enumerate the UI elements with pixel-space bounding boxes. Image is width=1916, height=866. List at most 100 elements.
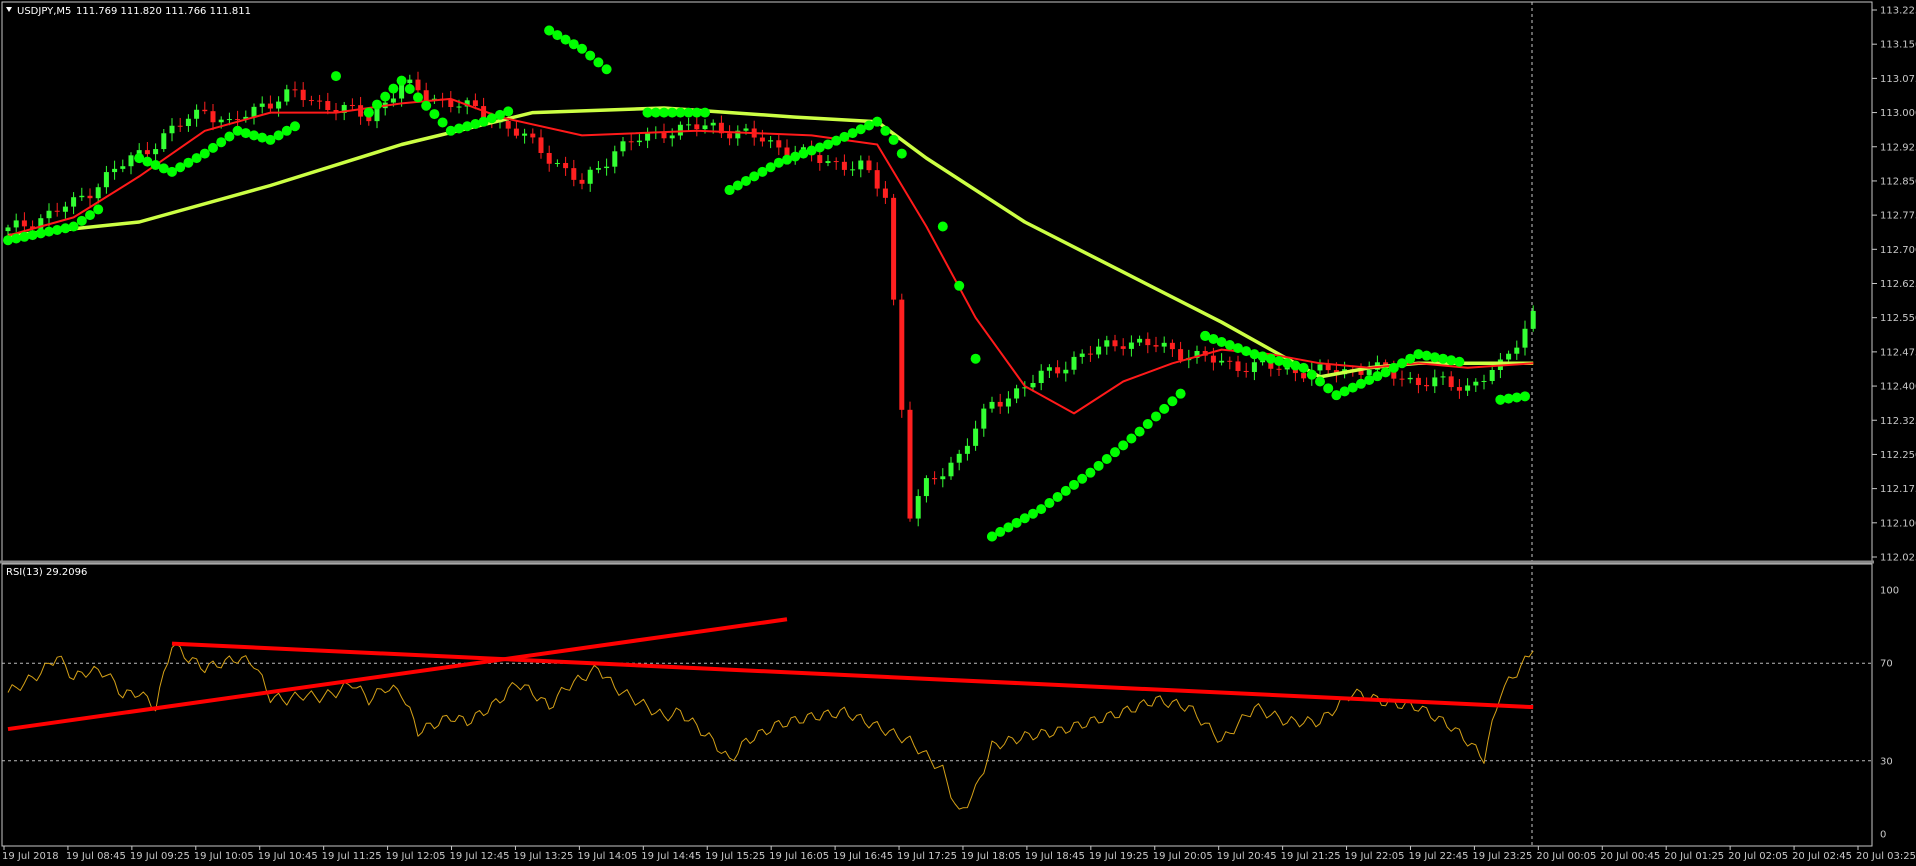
time-tick-label: 19 Jul 17:25 (897, 851, 957, 862)
candle-bull (587, 169, 593, 184)
time-tick-label: 19 Jul 16:05 (769, 851, 829, 862)
candle-bull (62, 206, 68, 212)
candle-bull (636, 140, 642, 143)
candle-bull (677, 124, 683, 136)
sar-dot (1060, 485, 1071, 496)
candle-bull (1137, 338, 1143, 343)
candle-bull (185, 118, 191, 127)
candle-bear (292, 89, 298, 91)
candle-bull (1366, 369, 1372, 375)
sar-dot (1298, 362, 1309, 373)
sar-dot (35, 228, 46, 239)
candle-bull (71, 197, 77, 207)
sar-dot (331, 71, 341, 82)
candle-bull (226, 119, 232, 121)
candle-bull (1514, 347, 1520, 354)
sar-dot (937, 221, 948, 232)
candle-bear (866, 160, 872, 171)
candle-bull (1251, 362, 1257, 373)
sar-dot (60, 223, 71, 234)
candle-bull (1489, 370, 1495, 381)
sar-dot (1101, 453, 1112, 464)
sar-dot (970, 353, 981, 364)
sar-dot (872, 116, 883, 127)
candle-bull (669, 135, 675, 139)
candle-bear (505, 121, 511, 129)
candle-bear (54, 210, 60, 212)
candle-bear (202, 109, 208, 112)
candle-bull (768, 140, 774, 142)
candle-bull (1219, 360, 1225, 363)
sar-dot (954, 280, 965, 291)
sar-dot (1052, 491, 1063, 502)
sar-dot (413, 92, 423, 103)
candle-bear (1325, 364, 1331, 371)
chart-window[interactable]: 113.225 113.150 113.075 113.000 112.925 112.8… (0, 0, 1916, 862)
candle-bull (710, 122, 716, 126)
candle-bear (349, 104, 355, 106)
candle-bear (317, 100, 323, 102)
candle-bear (1276, 368, 1282, 370)
sar-dot (199, 148, 210, 159)
candle-bear (21, 220, 27, 227)
candle-bull (1407, 377, 1413, 380)
candle-bear (546, 152, 552, 164)
candle-bull (1522, 328, 1528, 348)
candle-bull (702, 125, 708, 130)
symbol-label: USDJPY,M5 (17, 6, 71, 17)
sar-dot (1175, 388, 1186, 399)
time-tick-label: 19 Jul 09:25 (130, 851, 190, 862)
candle-bear (727, 133, 733, 139)
candle-bull (743, 128, 749, 131)
candle-bull (612, 151, 618, 167)
candle-bull (915, 496, 921, 519)
candle-bull (120, 166, 126, 169)
sar-dot (1085, 467, 1096, 478)
candle-bull (620, 141, 626, 152)
candle-bear (932, 478, 938, 480)
time-tick-label: 19 Jul 13:25 (513, 851, 573, 862)
price-tick-label: 112.925 (1880, 142, 1916, 153)
sar-dot (1134, 426, 1145, 437)
candle-bear (308, 100, 314, 102)
price-tick-label: 112.175 (1880, 484, 1916, 495)
time-tick-label: 19 Jul 20:05 (1153, 851, 1213, 862)
sar-dot (503, 106, 514, 117)
candle-bull (964, 445, 970, 454)
sar-dot (593, 57, 604, 68)
time-tick-label: 20 Jul 00:45 (1600, 851, 1660, 862)
sar-dot (896, 148, 907, 159)
sar-dot (208, 142, 218, 153)
time-tick-label: 19 Jul 16:45 (833, 851, 893, 862)
sar-dot (421, 100, 432, 111)
candle-bull (194, 109, 200, 119)
sar-dot (1110, 447, 1120, 458)
time-tick-label: 19 Jul 20:45 (1217, 851, 1277, 862)
candle-bull (13, 220, 19, 228)
time-tick-label: 19 Jul 12:05 (386, 851, 446, 862)
candle-bear (144, 150, 150, 155)
candle-bear (358, 105, 364, 117)
candle-bull (1465, 385, 1471, 391)
candle-bear (472, 100, 478, 107)
rsi-tick-label: 0 (1880, 830, 1886, 841)
rsi-tick-label: 100 (1880, 586, 1899, 597)
candle-bull (858, 160, 864, 170)
candle-bear (513, 128, 519, 136)
time-tick-label: 19 Jul 22:45 (1408, 851, 1468, 862)
sar-dot (404, 84, 415, 95)
candle-bear (235, 119, 241, 121)
candle-bull (46, 210, 52, 219)
chart-canvas[interactable]: 113.225 113.150 113.075 113.000 112.925 112.8… (0, 0, 1916, 862)
candle-bear (1145, 338, 1151, 346)
candle-bull (1038, 370, 1044, 384)
time-tick-label: 19 Jul 08:45 (66, 851, 126, 862)
candle-bull (1104, 340, 1110, 347)
sar-dot (1126, 433, 1137, 444)
candle-bear (1424, 385, 1430, 387)
candle-bull (79, 195, 85, 198)
candle-bull (973, 428, 979, 446)
time-tick-label: 19 Jul 10:45 (258, 851, 318, 862)
rsi-label: RSI(13) 29.2096 (6, 567, 87, 578)
price-tick-label: 113.075 (1880, 74, 1916, 85)
